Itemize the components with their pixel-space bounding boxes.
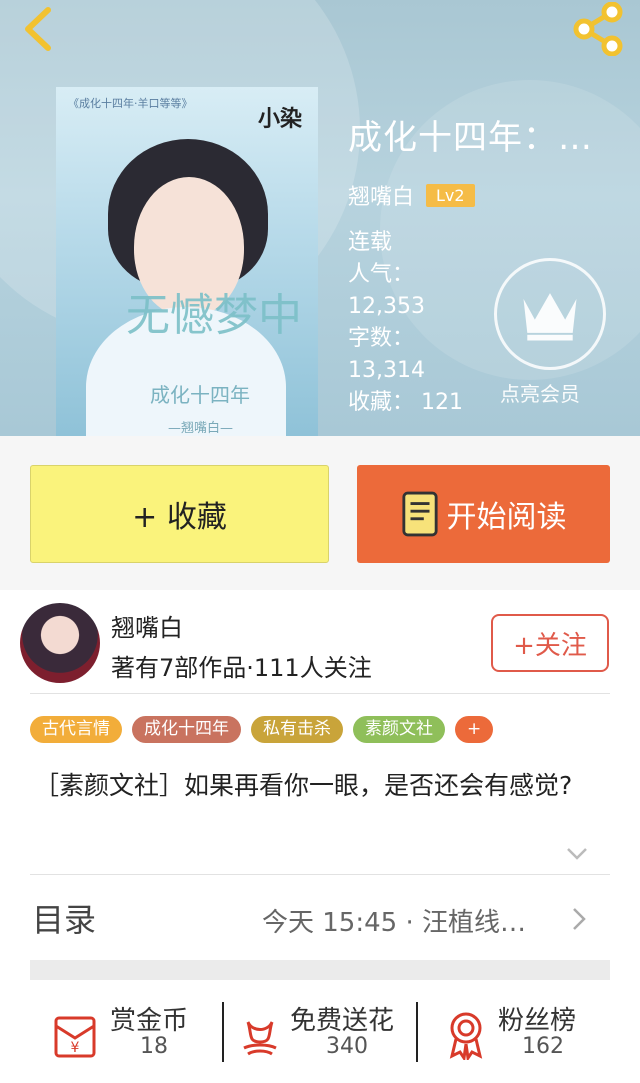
medal-icon	[449, 1012, 483, 1060]
tag-add-button[interactable]: +	[455, 716, 494, 743]
stat-separator	[222, 1002, 224, 1062]
reward-coins-value: 18	[140, 1034, 168, 1059]
fan-ranking-button[interactable]: 粉丝榜 162	[440, 1000, 600, 1066]
reward-coins-button[interactable]: ¥ 赏金币 18	[50, 1000, 210, 1066]
book-title: 成化十四年：…	[348, 118, 593, 158]
favorites-label: 收藏：	[348, 390, 415, 415]
divider	[30, 693, 610, 694]
avatar[interactable]	[20, 603, 100, 683]
divider	[30, 874, 610, 875]
back-icon[interactable]	[18, 6, 58, 52]
favorites-value: 121	[421, 390, 464, 415]
cover-corner-text: 小染	[257, 106, 302, 132]
favorite-button[interactable]: + 收藏	[30, 465, 329, 563]
send-flowers-label: 免费送花	[290, 1006, 395, 1036]
svg-text:¥: ¥	[71, 1040, 80, 1056]
book-cover[interactable]: 《成化十四年·羊口等等》 小染 无憾梦中 成化十四年 —翘嘴白—	[56, 87, 318, 436]
reward-coins-label: 赏金币	[110, 1006, 189, 1036]
chevron-right-icon	[573, 908, 586, 930]
level-badge: Lv2	[426, 183, 475, 207]
flower-icon	[243, 1021, 277, 1056]
start-reading-label: 开始阅读	[446, 500, 567, 535]
book-icon	[401, 491, 438, 537]
book-description: ［素颜文社］如果再看你一眼，是否还会有感觉?	[34, 771, 573, 800]
author-name[interactable]: 翘嘴白	[111, 608, 183, 643]
start-reading-button[interactable]: 开始阅读	[357, 465, 610, 563]
follow-button[interactable]: +关注	[491, 614, 609, 672]
fan-ranking-value: 162	[522, 1034, 564, 1059]
toc-latest-chapter: 今天 15:45 · 汪植线…	[262, 908, 526, 938]
cover-caption: 《成化十四年·羊口等等》	[68, 97, 193, 110]
send-flowers-button[interactable]: 免费送花 340	[234, 1000, 410, 1066]
book-author-line: 翘嘴白 Lv2	[348, 179, 608, 211]
crown-icon	[523, 293, 577, 341]
fan-ranking-label: 粉丝榜	[498, 1006, 577, 1036]
tag[interactable]: 素颜文社	[353, 716, 445, 743]
favorite-button-label: + 收藏	[132, 500, 227, 535]
author-stats: 著有7部作品·111人关注	[111, 654, 372, 682]
vip-label[interactable]: 点亮会员	[500, 378, 580, 407]
book-author[interactable]: 翘嘴白	[348, 179, 414, 211]
cover-author-art: —翘嘴白—	[168, 421, 234, 436]
tag[interactable]: 私有击杀	[251, 716, 343, 743]
tag-list: 古代言情 成化十四年 私有击杀 素颜文社 +	[30, 716, 494, 743]
share-icon[interactable]	[570, 2, 626, 56]
red-envelope-icon: ¥	[54, 1016, 96, 1058]
chevron-down-icon[interactable]	[566, 847, 588, 861]
stat-separator	[416, 1002, 418, 1062]
tag[interactable]: 成化十四年	[132, 716, 241, 743]
cover-title-art: 无憾梦中	[126, 290, 302, 341]
vip-button[interactable]	[494, 258, 606, 370]
tag[interactable]: 古代言情	[30, 716, 122, 743]
book-status: 连载	[348, 230, 393, 255]
send-flowers-value: 340	[326, 1034, 368, 1059]
section-separator	[30, 960, 610, 980]
cover-subtitle-art: 成化十四年	[150, 383, 250, 407]
toc-label: 目录	[32, 901, 97, 939]
